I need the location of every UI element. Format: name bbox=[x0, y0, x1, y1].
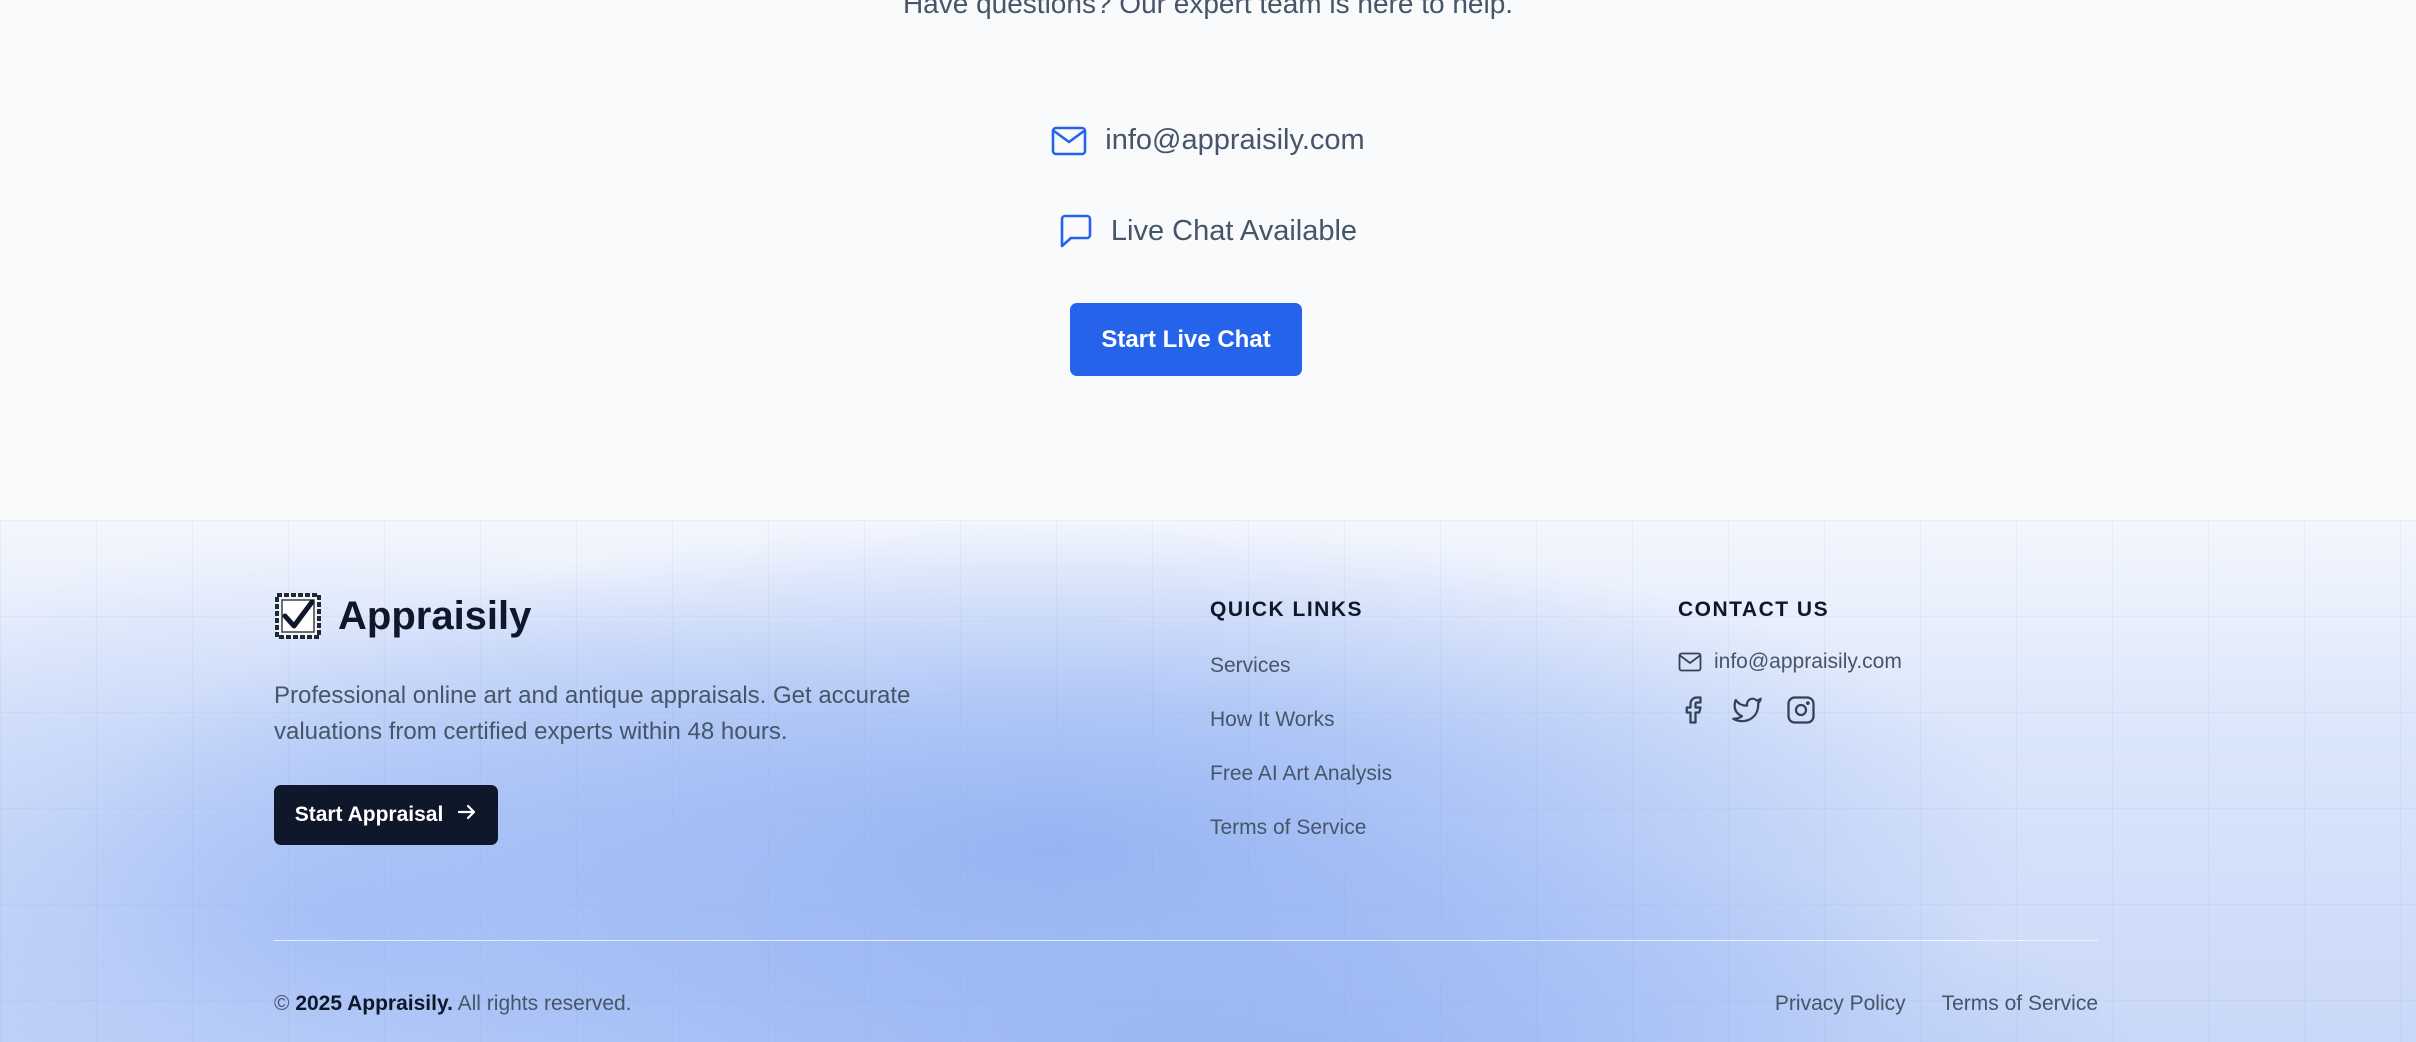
contact-email-row: info@appraisily.com bbox=[0, 124, 2416, 157]
footer-tagline: Professional online art and antique appr… bbox=[274, 682, 911, 745]
start-appraisal-button[interactable]: Start Appraisal bbox=[274, 785, 498, 845]
quick-links-list: Services How It Works Free AI Art Analys… bbox=[1210, 654, 1392, 870]
contact-email[interactable]: info@appraisily.com bbox=[1105, 124, 1364, 157]
facebook-icon[interactable] bbox=[1678, 695, 1708, 725]
footer-email: info@appraisily.com bbox=[1714, 650, 1902, 673]
contact-subtitle: Have questions? Our expert team is here … bbox=[902, 0, 1514, 19]
start-appraisal-label: Start Appraisal bbox=[294, 803, 444, 826]
arrow-right-icon bbox=[457, 803, 477, 827]
quick-link-free-ai-art-analysis[interactable]: Free AI Art Analysis bbox=[1210, 762, 1392, 816]
privacy-policy-link[interactable]: Privacy Policy bbox=[1775, 992, 1906, 1016]
quick-links-heading: QUICK LINKS bbox=[1210, 598, 1363, 621]
footer-email-row[interactable]: info@appraisily.com bbox=[1678, 650, 1902, 674]
legal-links: Privacy Policy Terms of Service bbox=[1775, 992, 2098, 1016]
quick-link-terms-of-service[interactable]: Terms of Service bbox=[1210, 816, 1392, 870]
start-live-chat-button[interactable]: Start Live Chat bbox=[1070, 303, 1302, 376]
twitter-icon[interactable] bbox=[1732, 695, 1762, 725]
copyright-owner: 2025 Appraisily. bbox=[295, 992, 453, 1015]
mail-icon bbox=[1051, 126, 1087, 156]
checkbox-logo-icon bbox=[274, 592, 322, 640]
copyright-text: © 2025 Appraisily. All rights reserved. bbox=[274, 992, 632, 1016]
quick-link-how-it-works[interactable]: How It Works bbox=[1210, 708, 1392, 762]
brand-name: Appraisily bbox=[338, 593, 532, 638]
quick-link-services[interactable]: Services bbox=[1210, 654, 1392, 708]
site-footer: Appraisily Professional online art and a… bbox=[0, 520, 2416, 1042]
live-chat-label: Live Chat Available bbox=[1110, 214, 1358, 247]
contact-us-heading: CONTACT US bbox=[1678, 598, 1830, 621]
copyright-rights: All rights reserved. bbox=[457, 992, 632, 1015]
mail-icon bbox=[1678, 652, 1702, 672]
footer-brand[interactable]: Appraisily bbox=[274, 592, 531, 640]
message-square-icon bbox=[1059, 214, 1093, 248]
instagram-icon[interactable] bbox=[1786, 695, 1816, 725]
copyright-symbol: © bbox=[274, 992, 290, 1015]
terms-of-service-link[interactable]: Terms of Service bbox=[1942, 992, 2098, 1016]
contact-section: Have questions? Our expert team is here … bbox=[0, 0, 2416, 520]
footer-divider bbox=[274, 940, 2098, 941]
contact-chat-row: Live Chat Available bbox=[0, 214, 2416, 248]
social-links bbox=[1678, 695, 1816, 725]
